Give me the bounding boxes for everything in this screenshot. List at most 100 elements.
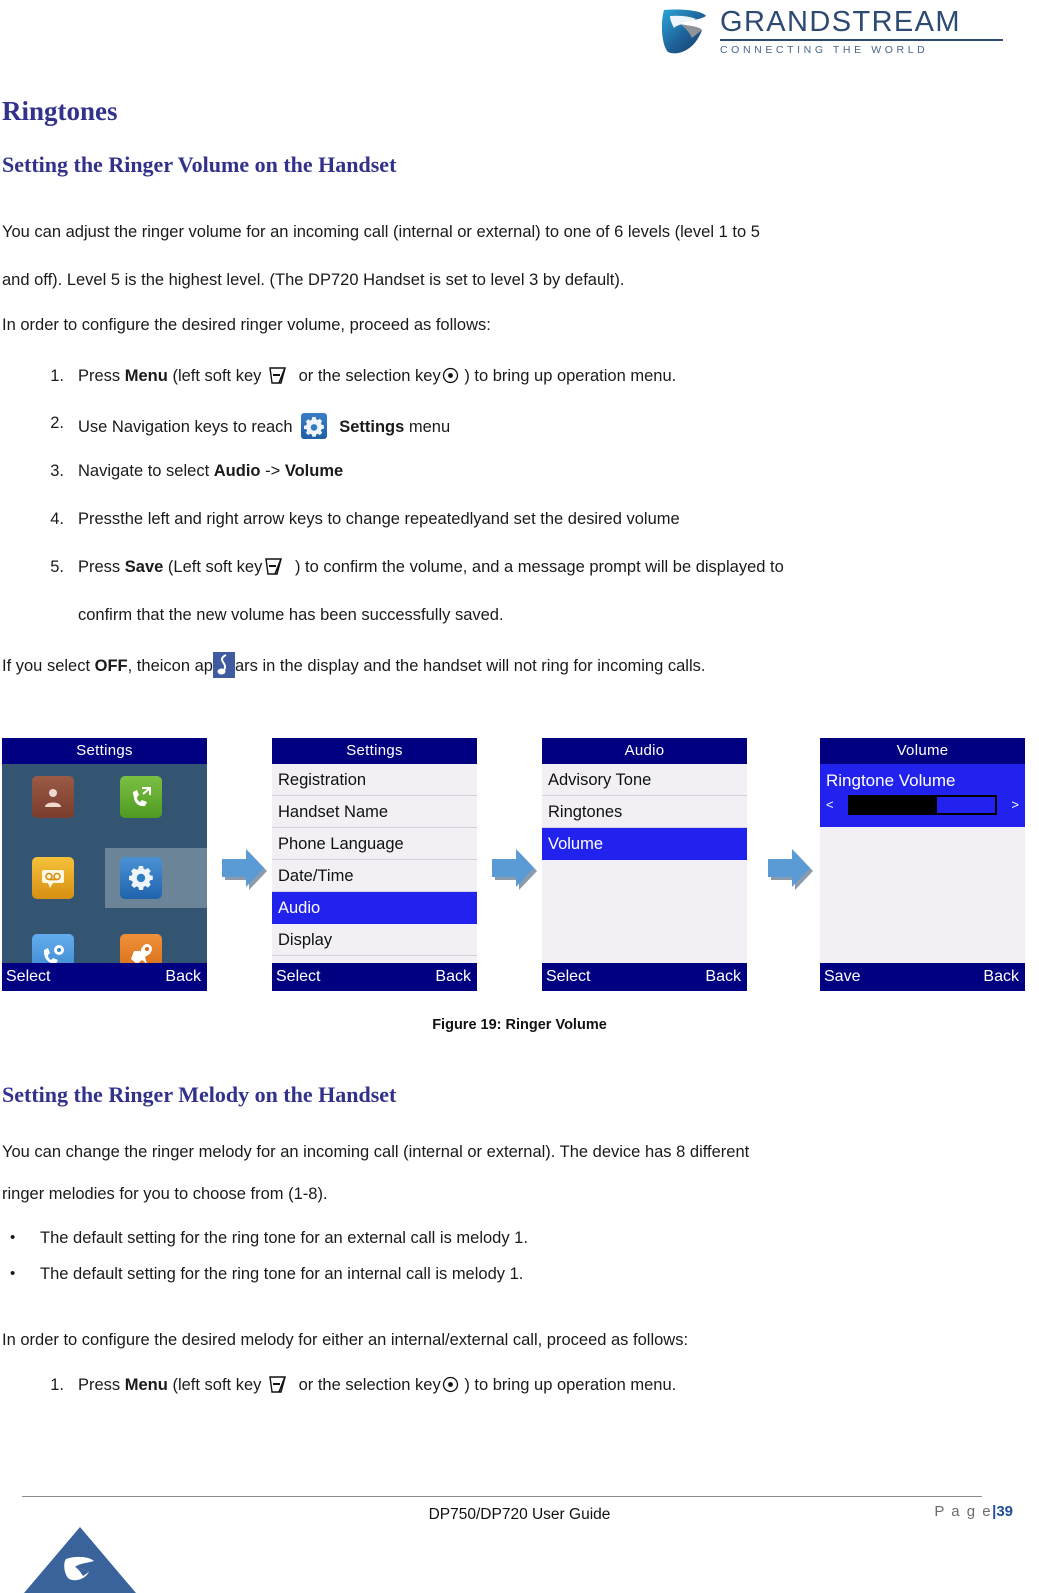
icon-grid (2, 764, 207, 976)
soft-key-icon (264, 558, 288, 575)
list-item-selected[interactable]: Audio (272, 892, 477, 924)
paragraph-melody-2: ringer melodies for you to choose from (… (2, 1185, 328, 1203)
phone-screen-settings-grid: Settings Select Back (2, 738, 207, 991)
screen-title: Settings (272, 738, 477, 764)
paragraph-melody-1: You can change the ringer melody for an … (2, 1143, 750, 1161)
list-item[interactable]: Ringtones (542, 796, 747, 828)
volume-slider[interactable]: < > (820, 793, 1025, 819)
logo-divider (720, 39, 1003, 41)
step-number: 1. (50, 367, 64, 385)
brand-name: GRANDSTREAM (720, 6, 961, 38)
step-text: Press Menu (left soft key or the selecti… (78, 367, 677, 385)
arrow-right-icon (216, 843, 268, 893)
grandstream-logo: GRANDSTREAM CONNECTING THE WORLD (658, 6, 1003, 58)
bullet-text: The default setting for the ring tone fo… (40, 1229, 528, 1247)
volume-label: Ringtone Volume (826, 771, 956, 790)
list-item-step4: 4. Pressthe left and right arrow keys to… (36, 509, 680, 529)
screen-softkeys: Select Back (2, 963, 207, 991)
settings-gear-icon (301, 413, 328, 439)
heading-ringer-volume: Setting the Ringer Volume on the Handset (2, 152, 397, 177)
phone-screen-settings-list: Settings Registration Handset Name Phone… (272, 738, 477, 991)
step-text: Use Navigation keys to reach Settings me… (78, 413, 450, 439)
screen-title: Settings (2, 738, 207, 764)
step-text: Pressthe left and right arrow keys to ch… (78, 510, 680, 528)
volume-empty-area (820, 828, 1025, 963)
selection-key-icon (442, 367, 459, 384)
list-item[interactable]: Registration (272, 764, 477, 796)
slider-left-arrow-icon[interactable]: < (826, 797, 834, 812)
footer-doc-title: DP750/DP720 User Guide (428, 1506, 611, 1523)
bullet-icon: • (10, 1229, 16, 1246)
list-item[interactable]: Phone Language (272, 828, 477, 860)
bullet-icon: • (10, 1265, 16, 1282)
bullet-text: The default setting for the ring tone fo… (40, 1265, 524, 1283)
list-item-step3: 3. Navigate to select Audio -> Volume (36, 461, 343, 481)
logo-wordmark: GRANDSTREAM CONNECTING THE WORLD (720, 7, 1003, 56)
grandstream-swoosh-icon (658, 6, 710, 58)
footer-page-number: P a g e|39 (934, 1503, 1013, 1520)
menu-list: Advisory Tone Ringtones Volume (542, 764, 747, 963)
paragraph-volume-3: In order to configure the desired ringer… (2, 316, 491, 334)
phone-screen-audio-list: Audio Advisory Tone Ringtones Volume Sel… (542, 738, 747, 991)
softkey-left-label[interactable]: Select (6, 963, 50, 991)
list-item-empty (542, 924, 747, 956)
document-page: GRANDSTREAM CONNECTING THE WORLD Rington… (0, 0, 1039, 1593)
softkey-right-label[interactable]: Back (983, 963, 1019, 991)
softkey-right-label[interactable]: Back (435, 963, 471, 991)
heading-ringer-melody: Setting the Ringer Melody on the Handset (2, 1082, 397, 1107)
softkey-right-label[interactable]: Back (705, 963, 741, 991)
soft-key-icon (268, 1376, 292, 1393)
screen-title: Volume (820, 738, 1025, 764)
call-history-icon[interactable] (120, 776, 162, 818)
step-number: 3. (50, 462, 64, 480)
step-number: 2. (50, 414, 64, 432)
step-number: 5. (50, 558, 64, 576)
screen-softkeys: Select Back (272, 963, 477, 991)
screen-softkeys: Select Back (542, 963, 747, 991)
list-item-bullet: • The default setting for the ring tone … (10, 1228, 528, 1248)
volume-control: Ringtone Volume < > (820, 764, 1025, 827)
voicemail-icon[interactable] (32, 857, 74, 899)
list-item-selected[interactable]: Volume (542, 828, 747, 860)
list-item-bullet: • The default setting for the ring tone … (10, 1264, 523, 1284)
list-item-step5: 5. Press Save (Left soft key ) to confir… (36, 557, 784, 577)
list-item-empty (542, 892, 747, 924)
step-text: Navigate to select Audio -> Volume (78, 462, 344, 480)
screen-title: Audio (542, 738, 747, 764)
figure-ringer-volume: Settings Select Back Settings Registrati… (0, 738, 1039, 993)
selection-key-icon (442, 1376, 459, 1393)
step5-continuation: confirm that the new volume has been suc… (78, 606, 504, 624)
figure-caption: Figure 19: Ringer Volume (432, 1017, 607, 1033)
screen-softkeys: Save Back (820, 963, 1025, 991)
step-number: 4. (50, 510, 64, 528)
slider-right-arrow-icon[interactable]: > (1011, 797, 1019, 812)
softkey-right-label[interactable]: Back (165, 963, 201, 991)
grandstream-triangle-logo (22, 1525, 138, 1593)
slider-fill (850, 797, 937, 813)
step-number: 1. (50, 1376, 64, 1394)
paragraph-volume-2: and off). Level 5 is the highest level. … (2, 271, 625, 289)
step-text: Press Menu (left soft key or the selecti… (78, 1376, 677, 1394)
softkey-left-label[interactable]: Select (546, 963, 590, 991)
step-text: Press Save (Left soft key ) to confirm t… (78, 558, 784, 576)
list-item[interactable]: Date/Time (272, 860, 477, 892)
softkey-left-label[interactable]: Select (276, 963, 320, 991)
arrow-right-icon (762, 843, 814, 893)
list-item[interactable]: Handset Name (272, 796, 477, 828)
softkey-left-label[interactable]: Save (824, 963, 860, 991)
list-item[interactable]: Advisory Tone (542, 764, 747, 796)
settings-icon[interactable] (120, 857, 162, 899)
soft-key-icon (268, 367, 292, 384)
list-item-step1: 1. Press Menu (left soft key or the sele… (36, 366, 676, 386)
list-item[interactable]: Display (272, 924, 477, 956)
contacts-icon[interactable] (32, 776, 74, 818)
arrow-right-icon (486, 843, 538, 893)
slider-track[interactable] (848, 795, 997, 815)
list-item-empty (542, 860, 747, 892)
music-note-icon (212, 652, 235, 678)
paragraph-melody-3: In order to configure the desired melody… (2, 1331, 689, 1349)
list-item-melody-step1: 1. Press Menu (left soft key or the sele… (36, 1375, 676, 1395)
paragraph-volume-1: You can adjust the ringer volume for an … (2, 223, 760, 241)
menu-list: Registration Handset Name Phone Language… (272, 764, 477, 963)
page-title: Ringtones (2, 96, 118, 126)
